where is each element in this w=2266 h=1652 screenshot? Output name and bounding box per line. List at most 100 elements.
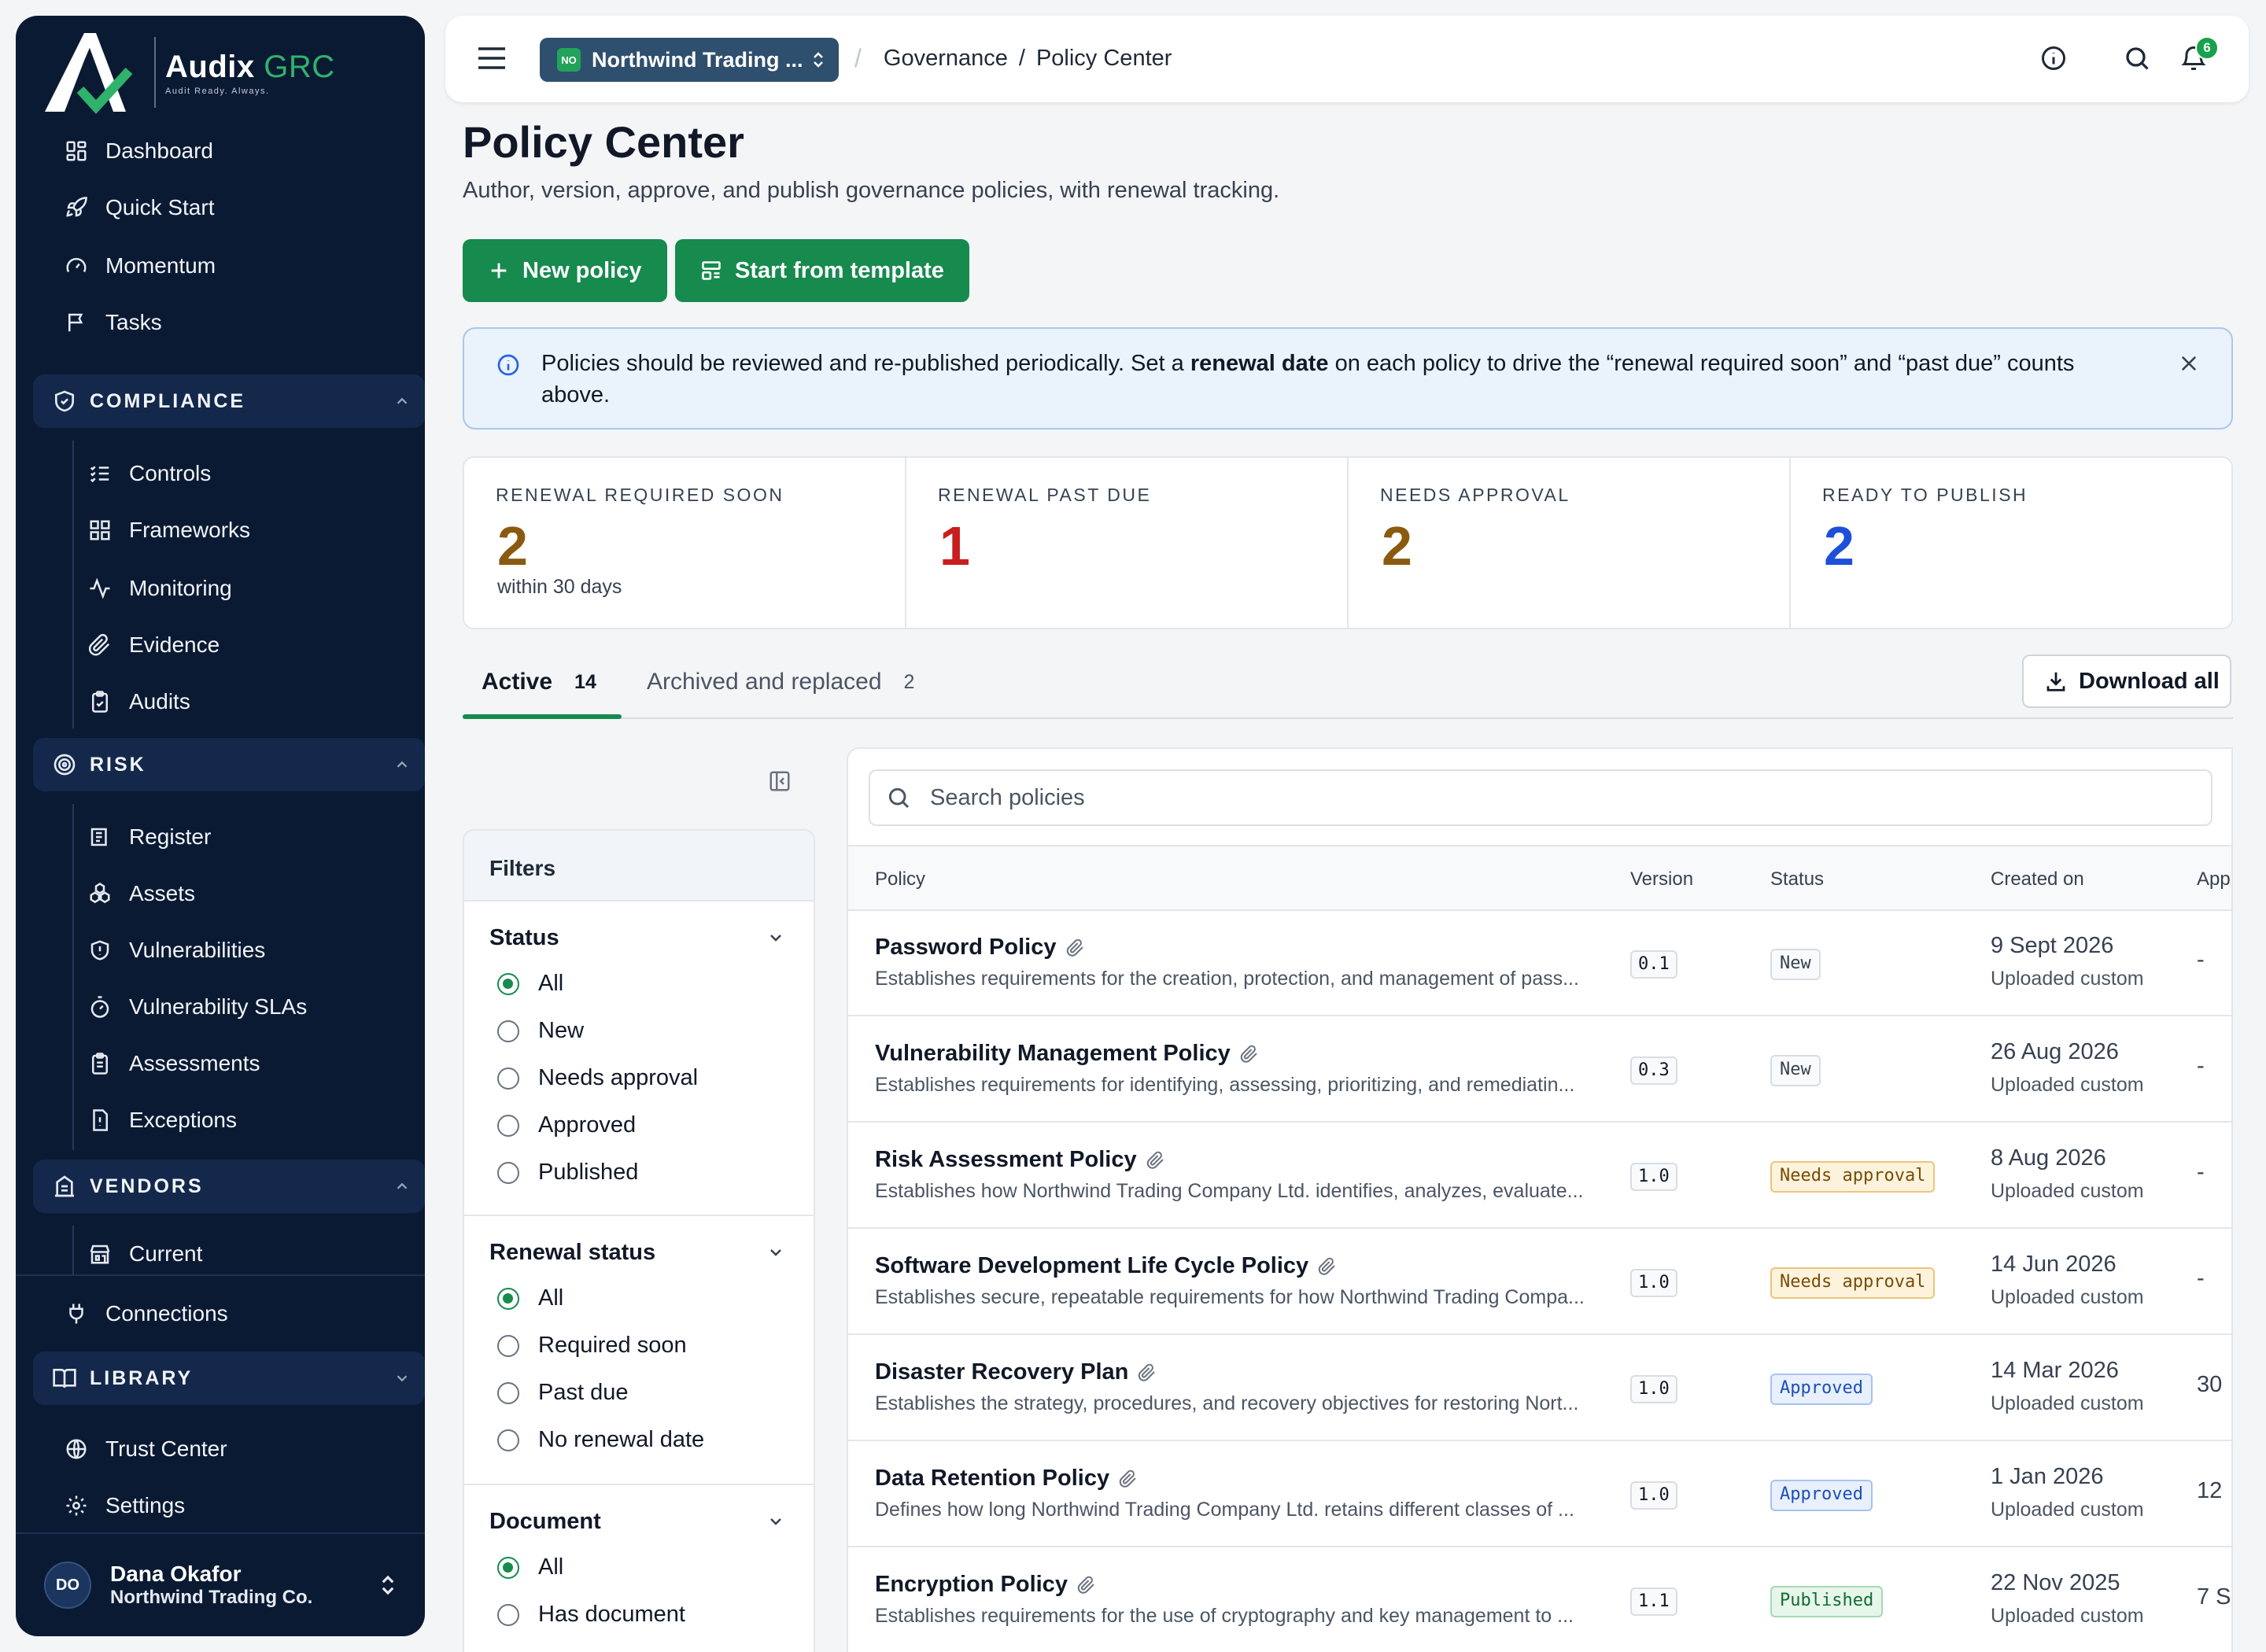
brand-logo[interactable]: Audix GRC Audit Ready. Always. xyxy=(41,25,335,120)
col-version[interactable]: Version xyxy=(1630,868,1693,891)
filter-group-title[interactable]: Status xyxy=(489,925,559,951)
created-date: 22 Nov 2025 xyxy=(1991,1570,2120,1595)
filter-group-title[interactable]: Renewal status xyxy=(489,1240,655,1266)
policy-name[interactable]: Password Policy xyxy=(875,935,1085,961)
button-label: Start from template xyxy=(735,257,944,283)
tab-active[interactable]: Active 14 xyxy=(482,669,596,721)
section-vendors[interactable]: VENDORS xyxy=(33,1160,425,1213)
stat-renewal-past-due[interactable]: RENEWAL PAST DUE 1 xyxy=(906,458,1349,628)
table-row[interactable]: Vulnerability Management Policy Establish… xyxy=(848,1017,2231,1123)
nav-vulnerability-slas[interactable]: Vulnerability SLAs xyxy=(88,982,307,1032)
policy-name[interactable]: Software Development Life Cycle Policy xyxy=(875,1253,1337,1279)
nav-settings[interactable]: Settings xyxy=(33,1481,408,1531)
globe-icon xyxy=(66,1439,87,1459)
filter-divider xyxy=(464,1484,814,1485)
search-input[interactable]: Search policies xyxy=(869,769,2212,826)
search-icon[interactable] xyxy=(2123,44,2151,72)
user-menu[interactable]: DO Dana Okafor Northwind Trading Co. xyxy=(16,1532,425,1636)
table-row[interactable]: Data Retention Policy Defines how long No… xyxy=(848,1442,2231,1547)
stat-needs-approval[interactable]: NEEDS APPROVAL 2 xyxy=(1349,458,1791,628)
user-name: Dana Okafor xyxy=(110,1562,242,1586)
stat-renewal-soon[interactable]: RENEWAL REQUIRED SOON 2 within 30 days xyxy=(464,458,906,628)
stat-ready-to-publish[interactable]: READY TO PUBLISH 2 xyxy=(1791,458,2231,628)
section-compliance[interactable]: COMPLIANCE xyxy=(33,374,425,428)
nav-audits[interactable]: Audits xyxy=(88,677,190,727)
status-option-published[interactable]: Published xyxy=(497,1160,638,1186)
renewal-option-all[interactable]: All xyxy=(497,1285,563,1311)
nav-monitoring[interactable]: Monitoring xyxy=(88,563,232,614)
policy-name[interactable]: Vulnerability Management Policy xyxy=(875,1041,1259,1067)
target-icon xyxy=(54,754,76,776)
section-library[interactable]: LIBRARY xyxy=(33,1351,425,1405)
new-policy-button[interactable]: New policy xyxy=(463,239,667,302)
table-row[interactable]: Password Policy Establishes requirements … xyxy=(848,911,2231,1016)
nav-label: Audits xyxy=(129,689,190,714)
nav-quick-start[interactable]: Quick Start xyxy=(33,183,408,233)
renewal-option-no-date[interactable]: No renewal date xyxy=(497,1427,704,1453)
nav-connections[interactable]: Connections xyxy=(33,1289,408,1339)
created-source: Uploaded custom xyxy=(1991,1074,2144,1096)
org-switcher[interactable]: NO Northwind Trading ... xyxy=(540,38,839,82)
nav-assessments[interactable]: Assessments xyxy=(88,1038,260,1089)
filters-title: Filters xyxy=(464,831,814,902)
policy-name[interactable]: Disaster Recovery Plan xyxy=(875,1359,1157,1385)
nav-assets[interactable]: Assets xyxy=(88,868,195,919)
approved-cell: - xyxy=(2197,947,2205,972)
policy-description: Establishes requirements for identifying… xyxy=(875,1074,1575,1096)
stat-value: 2 xyxy=(497,515,528,577)
nav-label: Vulnerabilities xyxy=(129,938,266,962)
nav-vulnerabilities[interactable]: Vulnerabilities xyxy=(88,925,265,975)
nav-register[interactable]: Register xyxy=(88,812,211,862)
start-from-template-button[interactable]: Start from template xyxy=(675,239,969,302)
paperclip-icon xyxy=(1318,1257,1335,1275)
chevron-down-icon[interactable] xyxy=(766,1512,785,1531)
chevron-down-icon[interactable] xyxy=(766,928,785,947)
document-option-all[interactable]: All xyxy=(497,1554,563,1580)
status-badge: New xyxy=(1770,949,1821,980)
nav-momentum[interactable]: Momentum xyxy=(33,241,408,291)
status-option-needs-approval[interactable]: Needs approval xyxy=(497,1065,698,1091)
filter-group-title[interactable]: Document xyxy=(489,1509,601,1535)
nav-evidence[interactable]: Evidence xyxy=(88,620,220,670)
col-policy[interactable]: Policy xyxy=(875,868,925,891)
created-date: 26 Aug 2026 xyxy=(1991,1039,2119,1064)
breadcrumb-governance[interactable]: Governance xyxy=(884,46,1008,72)
policy-name[interactable]: Encryption Policy xyxy=(875,1572,1096,1598)
table-row[interactable]: Encryption Policy Establishes requirement… xyxy=(848,1548,2231,1652)
renewal-option-past-due[interactable]: Past due xyxy=(497,1380,628,1406)
nav-tasks[interactable]: Tasks xyxy=(33,297,408,348)
close-icon[interactable] xyxy=(2178,352,2200,374)
info-icon[interactable] xyxy=(2039,44,2068,72)
table-row[interactable]: Risk Assessment Policy Establishes how No… xyxy=(848,1123,2231,1229)
nav-exceptions[interactable]: Exceptions xyxy=(88,1095,237,1145)
tab-archived[interactable]: Archived and replaced 2 xyxy=(647,669,914,721)
table-row[interactable]: Software Development Life Cycle Policy Es… xyxy=(848,1230,2231,1335)
table-row[interactable]: Disaster Recovery Plan Establishes the st… xyxy=(848,1336,2231,1441)
nav-dashboard[interactable]: Dashboard xyxy=(33,126,408,176)
policy-name[interactable]: Risk Assessment Policy xyxy=(875,1147,1165,1173)
approved-cell: - xyxy=(2197,1160,2205,1185)
status-option-all[interactable]: All xyxy=(497,971,563,997)
status-option-approved[interactable]: Approved xyxy=(497,1112,636,1138)
nav-trust-center[interactable]: Trust Center xyxy=(33,1424,408,1474)
radio-selected xyxy=(497,972,519,995)
chevron-down-icon[interactable] xyxy=(766,1243,785,1262)
nav-frameworks[interactable]: Frameworks xyxy=(88,505,250,555)
col-status[interactable]: Status xyxy=(1770,868,1824,891)
col-created-on[interactable]: Created on xyxy=(1991,868,2084,891)
col-approved[interactable]: App xyxy=(2197,868,2231,891)
download-all-button[interactable]: Download all xyxy=(2022,655,2231,708)
collapse-panel-icon[interactable] xyxy=(768,769,792,793)
nav-label: Current xyxy=(129,1241,203,1266)
status-badge: New xyxy=(1770,1055,1821,1086)
policy-name[interactable]: Data Retention Policy xyxy=(875,1466,1138,1492)
nav-current-vendors[interactable]: Current xyxy=(88,1232,202,1276)
status-option-new[interactable]: New xyxy=(497,1018,584,1044)
section-risk[interactable]: RISK xyxy=(33,738,425,791)
menu-icon[interactable] xyxy=(477,45,507,72)
nav-controls[interactable]: Controls xyxy=(88,448,211,499)
document-option-has-document[interactable]: Has document xyxy=(497,1602,685,1628)
renewal-option-required-soon[interactable]: Required soon xyxy=(497,1333,687,1359)
tab-label: Archived and replaced xyxy=(647,669,882,695)
stat-value: 2 xyxy=(1382,515,1412,577)
